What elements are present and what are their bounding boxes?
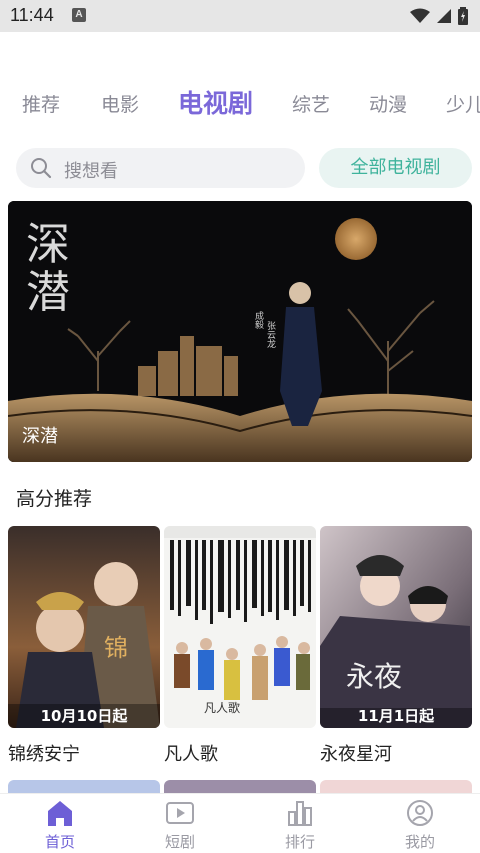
home-icon — [48, 801, 72, 826]
banner-credit-1: 成毅 — [253, 310, 264, 330]
nav-profile-label: 我的 — [404, 833, 435, 851]
next-row-card[interactable] — [8, 780, 160, 794]
drama-card[interactable]: 永夜 11月1日起 永夜星河 — [320, 526, 472, 766]
svg-text:锦: 锦 — [104, 634, 128, 662]
banner-credit-2: 张云龙 — [265, 321, 276, 348]
profile-icon — [407, 800, 433, 826]
premiere-date-badge: 11月1日起 — [357, 707, 435, 725]
drama-card[interactable]: 凡人歌 凡人歌 — [164, 526, 316, 766]
banner-art-title-1: 深 — [26, 219, 70, 270]
drama-poster[interactable]: 永夜 11月1日起 — [320, 526, 472, 728]
nav-profile[interactable]: 我的 — [360, 794, 480, 853]
tab-kids[interactable]: 少儿 — [446, 90, 480, 117]
search-placeholder: 搜想看 — [64, 161, 118, 182]
drama-title: 永夜星河 — [320, 744, 392, 765]
svg-text:永夜: 永夜 — [346, 660, 402, 693]
featured-banner[interactable]: 深 潜 成毅 张云龙 深潜 — [8, 201, 472, 462]
svg-text:凡人歌: 凡人歌 — [204, 700, 240, 715]
nav-ranking-label: 排行 — [284, 833, 315, 851]
drama-poster[interactable]: 凡人歌 — [164, 526, 316, 728]
drama-poster[interactable]: 锦 10月10日起 — [8, 526, 160, 728]
drama-title: 凡人歌 — [164, 744, 218, 765]
app-screen: 11:44 A 推荐 电影 电视剧 综艺 动漫 少儿 搜想看 全部电视剧 深 潜… — [0, 0, 480, 853]
banner-caption: 深潜 — [22, 426, 58, 447]
nav-short-drama[interactable]: 短剧 — [120, 794, 240, 853]
notification-icon: A — [72, 8, 86, 22]
video-play-icon — [166, 802, 194, 824]
banner-artwork: 深 潜 成毅 张云龙 — [8, 201, 472, 462]
nav-home-label: 首页 — [44, 833, 75, 851]
drama-card[interactable]: 锦 10月10日起 锦绣安宁 — [8, 526, 160, 766]
status-time: 11:44 — [10, 5, 54, 25]
bar-chart-icon — [288, 801, 312, 826]
nav-home[interactable]: 首页 — [0, 794, 120, 853]
bottom-navigation: 首页 短剧 排行 我的 — [0, 793, 480, 853]
search-bar[interactable]: 搜想看 — [16, 148, 305, 188]
section-title: 高分推荐 — [16, 488, 93, 510]
next-row-card[interactable] — [164, 780, 316, 794]
drama-title: 锦绣安宁 — [8, 744, 80, 765]
all-tv-series-button[interactable]: 全部电视剧 — [319, 148, 472, 188]
premiere-date-badge: 10月10日起 — [40, 707, 128, 725]
wifi-icon — [410, 8, 430, 23]
next-row-card[interactable] — [320, 780, 472, 794]
tab-variety[interactable]: 综艺 — [292, 90, 330, 117]
category-tabs: 推荐 电影 电视剧 综艺 动漫 少儿 — [0, 84, 480, 124]
tab-anime[interactable]: 动漫 — [369, 90, 407, 117]
nav-short-drama-label: 短剧 — [164, 833, 195, 851]
status-icons — [410, 7, 468, 25]
status-bar: 11:44 A — [0, 0, 480, 32]
tab-tv-series[interactable]: 电视剧 — [178, 84, 253, 120]
tab-recommend[interactable]: 推荐 — [22, 90, 60, 117]
tab-movie[interactable]: 电影 — [101, 90, 139, 117]
search-icon — [31, 158, 52, 179]
battery-icon — [458, 7, 468, 25]
signal-icon — [437, 9, 451, 23]
nav-ranking[interactable]: 排行 — [240, 794, 360, 853]
banner-art-title-2: 潜 — [26, 267, 70, 318]
